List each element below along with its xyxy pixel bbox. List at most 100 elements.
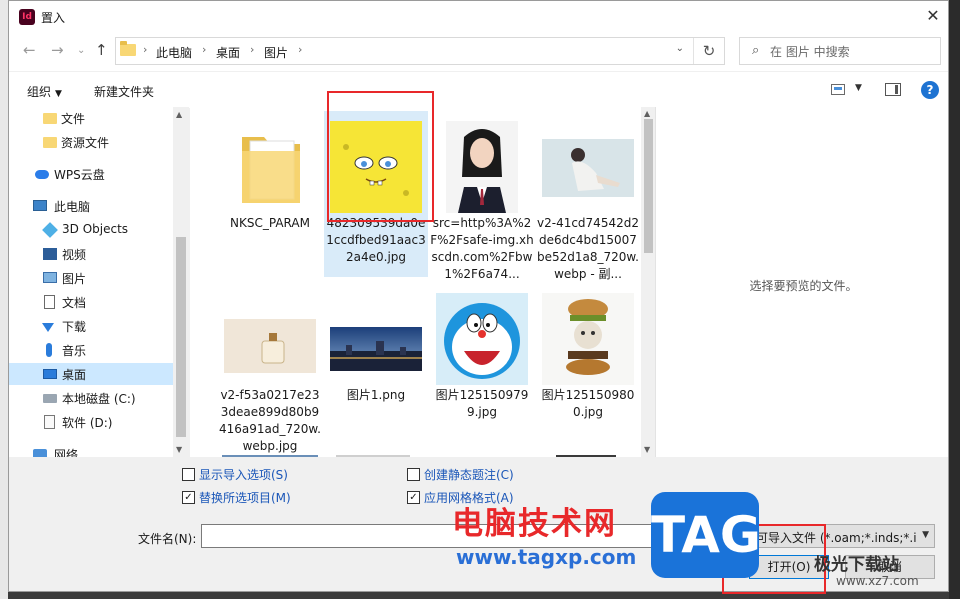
nav-item-label: 下载 — [62, 320, 87, 334]
folder-icon — [43, 113, 57, 124]
scrollbar-thumb[interactable] — [644, 119, 653, 253]
apply-grid-format-checkbox[interactable]: ✓ — [407, 491, 420, 504]
file-tile[interactable]: v2-41cd74542d2de6dc4bd15007be52d1a8_720w… — [536, 111, 640, 281]
document-icon — [44, 415, 55, 429]
nav-item-local-disk-c[interactable]: 本地磁盘 (C:) — [9, 387, 173, 409]
nav-item-resource-files[interactable]: 资源文件 — [9, 131, 173, 153]
replace-selected-label[interactable]: 替换所选项目(M) — [199, 489, 291, 506]
search-input[interactable] — [768, 41, 937, 63]
city-night-image — [330, 327, 422, 371]
file-name: 图片1251509799.jpg — [435, 388, 529, 419]
nav-item-downloads[interactable]: 下载 — [9, 315, 173, 337]
file-name: 图片1251509800.jpg — [541, 388, 635, 419]
nav-item-label: 文件 — [61, 112, 86, 126]
scroll-up-icon[interactable]: ▲ — [176, 110, 182, 119]
scroll-up-icon[interactable]: ▲ — [644, 109, 650, 118]
file-tile[interactable]: v2-f53a0217e233deae899d80b9416a91ad_720w… — [218, 283, 322, 453]
breadcrumb-pictures[interactable]: 图片 — [264, 44, 288, 61]
nav-item-3d-objects[interactable]: 3D Objects — [9, 219, 173, 241]
new-folder-button[interactable]: 新建文件夹 — [94, 83, 154, 100]
nav-item-label: 资源文件 — [61, 136, 110, 150]
nav-item-label: 3D Objects — [62, 222, 129, 236]
file-name: 482309539da0e1ccdfbed91aac32a4e0.jpg — [326, 216, 426, 264]
up-arrow-icon[interactable]: ↑ — [95, 41, 108, 59]
nav-item-music[interactable]: 音乐 — [9, 339, 173, 361]
preview-pane: 选择要预览的文件。 — [655, 107, 948, 457]
navigation-pane: 文件 资源文件 WPS云盘 此电脑 3D Objects 视频 图片 文档 下载… — [9, 107, 189, 457]
preview-pane-icon[interactable] — [885, 83, 901, 96]
create-static-caption-label[interactable]: 创建静态题注(C) — [424, 466, 514, 483]
search-box[interactable]: ⌕ — [739, 37, 941, 65]
chevron-right-icon[interactable]: › — [202, 43, 206, 56]
download-icon — [42, 323, 54, 332]
file-name: src=http%3A%2F%2Fsafe-img.xhscdn.com%2Fb… — [430, 216, 534, 281]
show-import-options-label[interactable]: 显示导入选项(S) — [199, 466, 288, 483]
file-tile[interactable]: NKSC_PARAM — [218, 111, 322, 277]
chevron-right-icon[interactable]: › — [250, 43, 254, 56]
nav-item-label: 音乐 — [62, 344, 87, 358]
indesign-app-icon: Id — [19, 9, 35, 25]
show-import-options-checkbox[interactable] — [182, 468, 195, 481]
file-name: v2-f53a0217e233deae899d80b9416a91ad_720w… — [219, 388, 321, 453]
computer-icon — [33, 200, 47, 211]
background-app-edge — [0, 0, 8, 599]
desktop-icon — [43, 369, 57, 379]
dialog-title: 置入 — [41, 11, 66, 25]
watermark-tag-logo: TAG — [651, 492, 761, 578]
file-name: 图片1.png — [346, 388, 406, 402]
scrollbar-thumb[interactable] — [176, 237, 186, 437]
folder-icon — [43, 137, 57, 148]
address-row: ← → ⌄ ↑ › 此电脑 › 桌面 › 图片 › ⌄ ↻ ⌕ — [9, 33, 948, 71]
file-tile[interactable]: src=http%3A%2F%2Fsafe-img.xhscdn.com%2Fb… — [430, 111, 534, 281]
annotation-highlight-box — [327, 91, 434, 222]
file-list-scrollbar[interactable]: ▲ ▼ — [641, 107, 655, 457]
nav-item-software-d[interactable]: 软件 (D:) — [9, 411, 173, 433]
address-bar[interactable]: › 此电脑 › 桌面 › 图片 › ⌄ ↻ — [115, 37, 725, 65]
create-static-caption-checkbox[interactable] — [407, 468, 420, 481]
preview-message: 选择要预览的文件。 — [749, 279, 858, 293]
breadcrumb-desktop[interactable]: 桌面 — [216, 44, 240, 61]
breadcrumb-this-pc[interactable]: 此电脑 — [156, 44, 192, 61]
cloud-icon — [35, 170, 49, 179]
cube-icon — [42, 222, 58, 238]
back-arrow-icon[interactable]: ← — [23, 41, 36, 59]
nav-item-this-pc[interactable]: 此电脑 — [9, 195, 173, 217]
chevron-right-icon[interactable]: › — [143, 43, 147, 56]
nav-item-label: WPS云盘 — [54, 168, 105, 182]
nav-item-pictures[interactable]: 图片 — [9, 267, 173, 289]
file-tile[interactable]: 图片1251509799.jpg — [430, 283, 534, 449]
organize-label: 组织 — [27, 85, 52, 99]
nav-scrollbar[interactable]: ▲ ▼ — [173, 107, 189, 457]
nav-item-network[interactable]: 网络 — [9, 443, 173, 457]
replace-selected-checkbox[interactable]: ✓ — [182, 491, 195, 504]
organize-menu[interactable]: 组织 ▼ — [27, 83, 62, 100]
address-dropdown-icon[interactable]: ⌄ — [676, 43, 684, 54]
nav-item-documents[interactable]: 文档 — [9, 291, 173, 313]
forward-arrow-icon[interactable]: → — [51, 41, 64, 59]
woman-photo-image — [542, 139, 634, 197]
recent-locations-chevron-icon[interactable]: ⌄ — [77, 45, 85, 56]
file-name: v2-41cd74542d2de6dc4bd15007be52d1a8_720w… — [537, 216, 639, 281]
nav-item-videos[interactable]: 视频 — [9, 243, 173, 265]
search-icon: ⌕ — [752, 43, 760, 58]
file-tile[interactable]: 图片1.png — [324, 283, 428, 449]
nav-item-label: 此电脑 — [54, 200, 91, 214]
nav-item-files[interactable]: 文件 — [9, 107, 173, 129]
picture-icon — [43, 272, 57, 283]
file-tile[interactable]: 图片1251509800.jpg — [536, 283, 640, 449]
scroll-down-icon[interactable]: ▼ — [644, 445, 650, 454]
change-view-icon[interactable] — [831, 84, 845, 95]
command-bar: 组织 ▼ 新建文件夹 ▼ ? — [9, 71, 948, 108]
refresh-icon[interactable]: ↻ — [693, 38, 724, 64]
close-button[interactable]: ✕ — [918, 1, 948, 31]
nav-item-label: 视频 — [62, 248, 87, 262]
background-app-edge-right — [949, 0, 960, 599]
nav-item-desktop[interactable]: 桌面 — [9, 363, 173, 385]
caret-down-icon[interactable]: ▼ — [855, 83, 862, 93]
title-bar: Id 置入 ✕ — [9, 1, 948, 33]
watermark-site2-name: 极光下载站 — [814, 555, 899, 575]
nav-item-wps-cloud[interactable]: WPS云盘 — [9, 163, 173, 185]
help-icon[interactable]: ? — [921, 81, 939, 99]
chevron-right-icon[interactable]: › — [298, 43, 302, 56]
scroll-down-icon[interactable]: ▼ — [176, 445, 182, 454]
